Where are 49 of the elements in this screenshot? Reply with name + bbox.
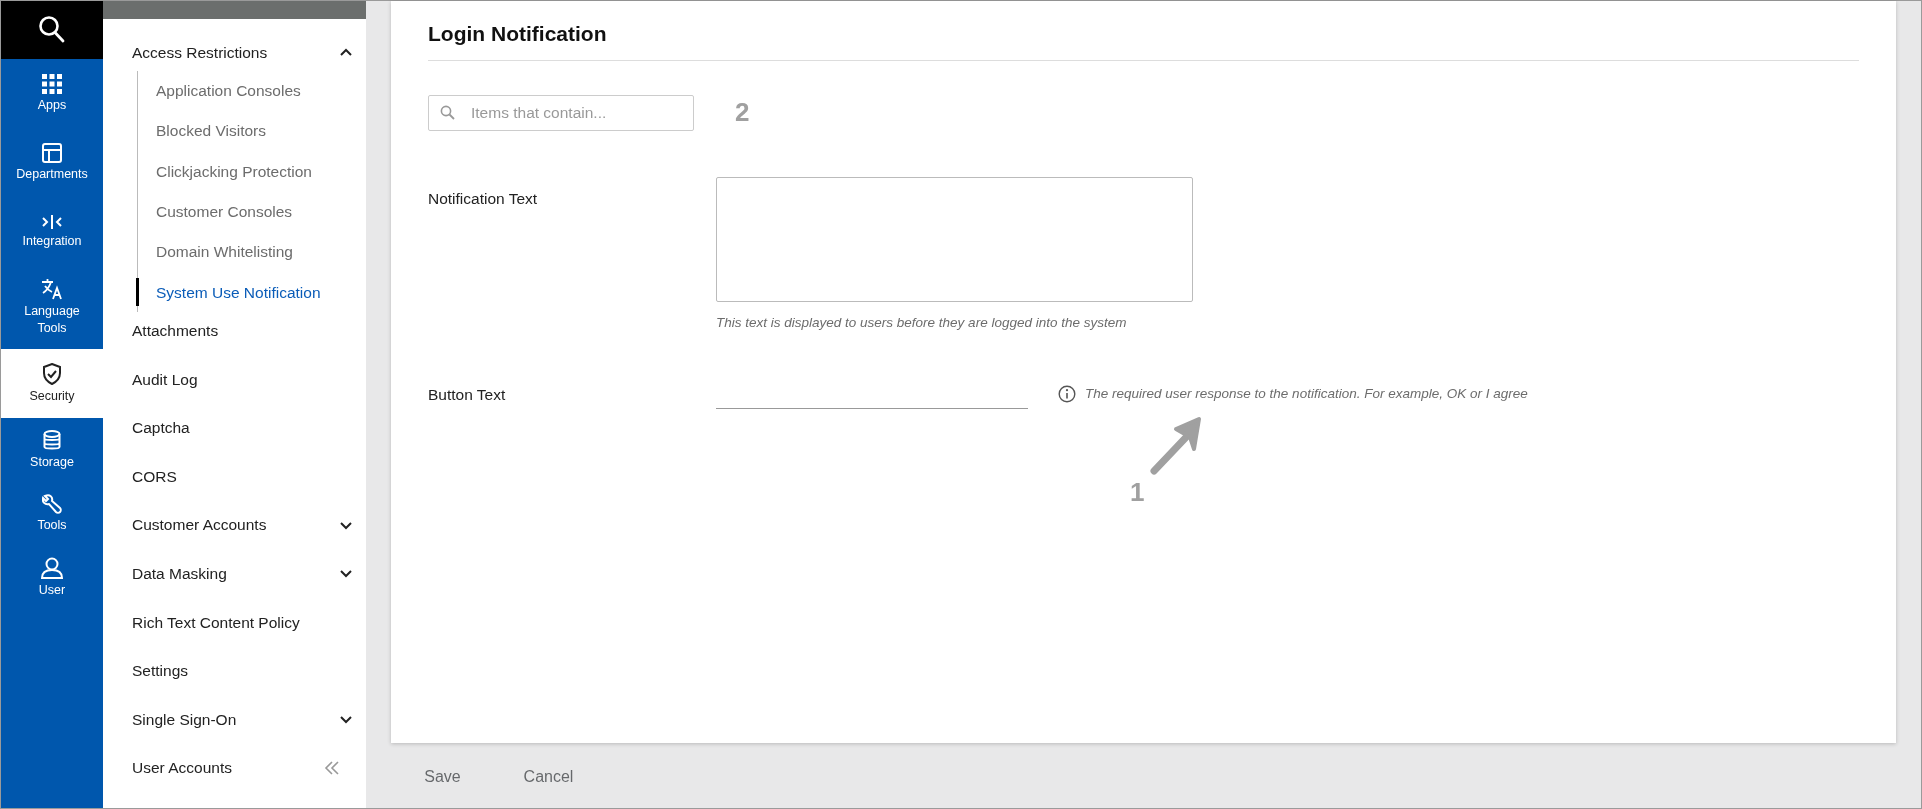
field-label: Button Text — [428, 385, 507, 406]
translate-icon — [41, 278, 63, 301]
info-icon — [1058, 385, 1076, 404]
rail-item[interactable]: Integration — [1, 197, 103, 266]
sidebar-item[interactable]: Customer Accounts — [132, 513, 267, 537]
layout-icon — [42, 142, 62, 163]
sidebar-item[interactable]: Data Masking — [132, 562, 227, 586]
search-field[interactable]: Items that contain... — [428, 94, 694, 131]
sidebar-subitem[interactable]: Customer Consoles — [138, 200, 293, 224]
page-title: Login Notification — [428, 15, 1859, 62]
sidebar-item[interactable]: Access Restrictions — [132, 40, 268, 64]
sidebar-item[interactable]: Settings — [132, 659, 188, 683]
sidebar-item[interactable]: Attachments — [132, 319, 219, 343]
help-text: This text is displayed to users before they are logged into the system — [716, 314, 1128, 333]
notification-text-field[interactable] — [716, 177, 1193, 303]
sidebar-item[interactable]: Single Sign-On — [132, 707, 237, 732]
sidebar-subitem[interactable]: Blocked Visitors — [138, 119, 266, 143]
hint-text: The required user response to the notification. For example, OK or I agree — [1085, 385, 1528, 404]
grid-icon — [42, 73, 62, 94]
database-icon — [43, 429, 61, 451]
shield-check-icon — [42, 362, 62, 385]
rail-item[interactable]: Tools — [1, 482, 103, 546]
annotation-number: 2 — [735, 96, 750, 130]
sidebar-item[interactable]: Rich Text Content Policy — [132, 610, 300, 634]
chevron-down-icon[interactable] — [340, 520, 352, 530]
sidebar-item[interactable]: Captcha — [132, 416, 190, 440]
rail-item[interactable]: Departments — [1, 128, 103, 197]
sidebar-item[interactable]: User Accounts — [132, 756, 232, 780]
sidebar-item[interactable]: CORS — [132, 464, 177, 489]
chevron-down-icon[interactable] — [340, 569, 352, 579]
chevron-up-icon[interactable] — [340, 47, 352, 57]
rail-item[interactable]: Language Tools — [1, 266, 103, 349]
split-arrows-icon — [42, 213, 62, 230]
rail-item[interactable]: Security — [1, 349, 103, 418]
sidebar-item[interactable]: Audit Log — [132, 367, 198, 391]
sidebar-subitem[interactable]: System Use Notification — [138, 280, 321, 304]
annotation-number: 1 — [1130, 476, 1145, 510]
sidebar-subitem[interactable]: Application Consoles — [138, 79, 301, 103]
sidebar-subitem[interactable]: Domain Whitelisting — [138, 240, 293, 264]
collapse-icon[interactable] — [324, 761, 340, 775]
sidebar-subitem[interactable]: Clickjacking Protection — [138, 159, 312, 183]
rail-item[interactable]: Apps — [1, 59, 103, 128]
search-icon[interactable] — [38, 15, 66, 45]
chevron-down-icon[interactable] — [340, 714, 352, 724]
wrench-icon — [42, 494, 62, 515]
user-icon — [41, 557, 63, 580]
rail-item[interactable]: User — [1, 546, 103, 610]
rail-item[interactable]: Storage — [1, 418, 103, 482]
field-label: Notification Text — [428, 189, 539, 210]
